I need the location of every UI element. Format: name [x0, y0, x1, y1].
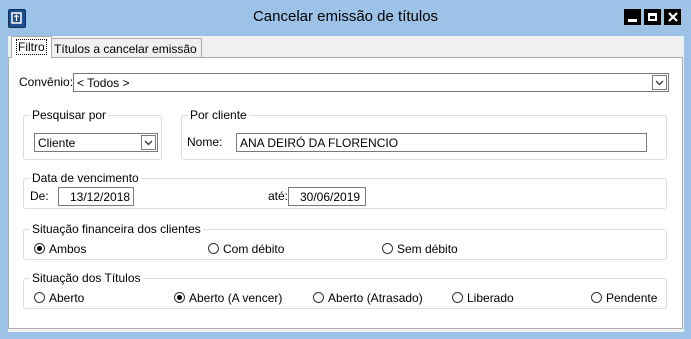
pesquisar-por-combo[interactable]: Cliente: [34, 133, 158, 152]
data-vencimento-group: Data de vencimento De: 13/12/2018 até: 3…: [23, 171, 667, 209]
radio-com-debito-label: Com débito: [223, 242, 285, 256]
tab-titulos-cancelar[interactable]: Títulos a cancelar emissão: [49, 38, 202, 58]
maximize-button[interactable]: [644, 9, 661, 25]
data-de-input[interactable]: 13/12/2018: [58, 187, 134, 206]
minimize-icon: [628, 19, 637, 22]
situacao-financeira-legend: Situação financeira dos clientes: [30, 222, 203, 236]
window: Cancelar emissão de títulos Filtro Títul…: [0, 0, 691, 339]
nome-label: Nome:: [187, 135, 223, 149]
situacao-titulos-legend: Situação dos Títulos: [30, 271, 143, 285]
minimize-button[interactable]: [624, 9, 641, 25]
radio-circle: [313, 292, 324, 303]
por-cliente-group: Por cliente Nome: ANA DEIRÓ DA FLORENCIO: [181, 108, 667, 160]
radio-aberto-a-vencer-label: Aberto (A vencer): [189, 291, 283, 305]
radio-circle: [591, 292, 602, 303]
close-icon: [668, 12, 678, 22]
radio-circle: [34, 243, 45, 254]
tab-filtro[interactable]: Filtro: [11, 36, 52, 58]
por-cliente-legend: Por cliente: [188, 108, 249, 122]
nome-input[interactable]: ANA DEIRÓ DA FLORENCIO: [236, 133, 647, 152]
pesquisar-por-legend: Pesquisar por: [30, 108, 109, 122]
chevron-down-icon: [655, 80, 664, 86]
pesquisar-por-value: Cliente: [38, 136, 76, 150]
tab-titulos-label: Títulos a cancelar emissão: [54, 42, 197, 56]
radio-sem-debito-label: Sem débito: [397, 242, 458, 256]
close-button[interactable]: [664, 9, 681, 25]
de-label: De:: [30, 189, 49, 203]
data-de-value: 13/12/2018: [70, 190, 131, 204]
title-bar[interactable]: Cancelar emissão de títulos: [0, 0, 691, 36]
radio-circle: [174, 292, 185, 303]
maximize-icon: [648, 13, 657, 21]
data-ate-value: 30/06/2019: [300, 190, 361, 204]
client-area: Filtro Títulos a cancelar emissão Convên…: [8, 36, 684, 332]
radio-aberto-label: Aberto: [49, 291, 85, 305]
convenio-dropdown-button[interactable]: [652, 75, 667, 90]
data-vencimento-legend: Data de vencimento: [30, 171, 141, 185]
radio-ambos-label: Ambos: [49, 242, 87, 256]
ate-label: até:: [268, 189, 289, 203]
radio-circle: [452, 292, 463, 303]
convenio-combo[interactable]: < Todos >: [73, 73, 669, 92]
radio-pendente-label: Pendente: [606, 291, 658, 305]
pesquisar-por-dropdown-button[interactable]: [141, 135, 156, 150]
situacao-titulos-group: Situação dos Títulos Aberto Aberto (A ve…: [23, 271, 667, 309]
radio-aberto-atrasado-label: Aberto (Atrasado): [328, 291, 423, 305]
chevron-down-icon: [144, 140, 153, 146]
data-ate-input[interactable]: 30/06/2019: [288, 187, 366, 206]
window-title: Cancelar emissão de títulos: [252, 8, 439, 25]
radio-circle: [34, 292, 45, 303]
tab-filtro-label: Filtro: [16, 39, 47, 55]
situacao-financeira-group: Situação financeira dos clientes Ambos C…: [23, 222, 667, 260]
convenio-label: Convênio:: [19, 75, 74, 89]
radio-liberado-label: Liberado: [467, 291, 514, 305]
convenio-value: < Todos >: [77, 76, 130, 90]
nome-value: ANA DEIRÓ DA FLORENCIO: [240, 136, 399, 150]
radio-circle: [382, 243, 393, 254]
pesquisar-por-group: Pesquisar por Cliente: [23, 108, 162, 160]
filter-panel: Convênio: < Todos > Pesquisar por Client…: [8, 57, 683, 329]
radio-circle: [208, 243, 219, 254]
